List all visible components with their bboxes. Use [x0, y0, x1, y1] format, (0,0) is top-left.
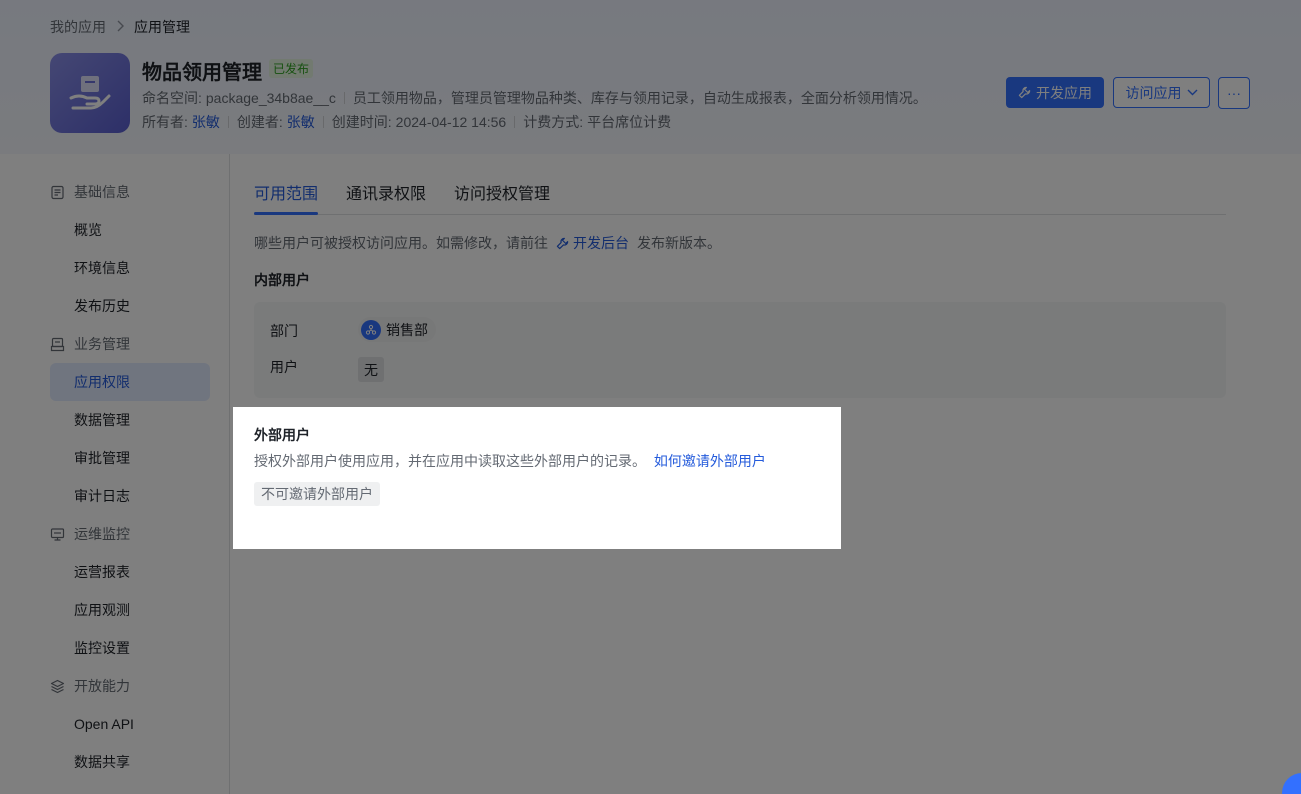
- meta-line-namespace: 命名空间: package_34b8ae__c 员工领用物品，管理员管理物品种类…: [142, 88, 927, 108]
- layers-icon: [50, 679, 74, 694]
- sidebar-item-environment[interactable]: 环境信息: [50, 249, 210, 287]
- sidebar-item-overview[interactable]: 概览: [50, 211, 210, 249]
- sidebar-item-approval[interactable]: 审批管理: [50, 439, 210, 477]
- app-icon: [50, 53, 130, 133]
- visit-app-button[interactable]: 访问应用: [1113, 77, 1210, 108]
- dept-value: 销售部: [386, 321, 428, 338]
- dept-chip: 销售部: [358, 317, 436, 342]
- sidebar-item-observability[interactable]: 应用观测: [50, 591, 210, 629]
- sidebar-item-release-history[interactable]: 发布历史: [50, 287, 210, 325]
- monitor-icon: [50, 527, 74, 542]
- creator-label: 创建者:: [236, 114, 283, 130]
- creator-link[interactable]: 张敏: [287, 112, 315, 132]
- namespace-value: package_34b8ae__c: [205, 90, 336, 106]
- sidebar-group-label: 业务管理: [74, 336, 130, 352]
- wrench-icon: [556, 237, 569, 250]
- user-label: 用户: [270, 359, 298, 375]
- external-users-description: 授权外部用户使用应用，并在应用中读取这些外部用户的记录。 如何邀请外部用户: [254, 451, 766, 471]
- sidebar-group-business: 业务管理: [50, 334, 130, 354]
- sidebar-item-data-sharing[interactable]: 数据共享: [50, 743, 210, 781]
- sidebar-item-ops-report[interactable]: 运营报表: [50, 553, 210, 591]
- billing-label: 计费方式:: [523, 114, 584, 130]
- owner-link[interactable]: 张敏: [192, 112, 220, 132]
- app-name: 物品领用管理: [142, 62, 262, 84]
- external-invite-status: 不可邀请外部用户: [254, 482, 380, 506]
- tab-access-authorization[interactable]: 访问授权管理: [454, 180, 550, 204]
- breadcrumb-my-apps[interactable]: 我的应用: [50, 17, 106, 37]
- develop-app-label: 开发应用: [1036, 84, 1092, 101]
- sidebar-item-data-management[interactable]: 数据管理: [50, 401, 210, 439]
- sidebar-item-monitor-settings[interactable]: 监控设置: [50, 629, 210, 667]
- created-label: 创建时间:: [331, 114, 392, 130]
- sidebar-group-label: 开放能力: [74, 678, 130, 694]
- sidebar-group-open: 开放能力: [50, 676, 130, 696]
- dev-console-link-label: 开发后台: [573, 235, 629, 251]
- breadcrumb-current: 应用管理: [134, 19, 190, 35]
- divider: [227, 116, 229, 128]
- user-value-chip: 无: [358, 357, 384, 382]
- tab-contacts-permission[interactable]: 通讯录权限: [346, 180, 426, 204]
- internal-users-title: 内部用户: [254, 272, 310, 288]
- help-button[interactable]: [1282, 773, 1301, 794]
- created-value: 2024-04-12 14:56: [395, 114, 507, 130]
- external-users-card: 外部用户 授权外部用户使用应用，并在应用中读取这些外部用户的记录。 如何邀请外部…: [233, 407, 841, 549]
- dev-console-link[interactable]: 开发后台: [556, 233, 629, 253]
- owner-label: 所有者:: [142, 114, 188, 130]
- sidebar-group-basic-info: 基础信息: [50, 182, 130, 202]
- breadcrumb: 我的应用 应用管理: [50, 17, 190, 37]
- chevron-down-icon: [1187, 89, 1198, 96]
- develop-app-button[interactable]: 开发应用: [1006, 77, 1104, 108]
- sidebar-group-ops: 运维监控: [50, 524, 130, 544]
- visit-app-label: 访问应用: [1125, 84, 1182, 101]
- divider: [343, 92, 345, 104]
- sidebar-group-label: 基础信息: [74, 184, 130, 200]
- scope-description-tail: 发布新版本。: [637, 235, 721, 251]
- sidebar-item-audit-log[interactable]: 审计日志: [50, 477, 210, 515]
- invite-external-users-link[interactable]: 如何邀请外部用户: [654, 453, 766, 469]
- namespace-label: 命名空间:: [142, 90, 202, 106]
- billing-value: 平台席位计费: [587, 114, 672, 130]
- status-badge: 已发布: [269, 59, 314, 78]
- document-icon: [50, 185, 74, 200]
- archive-icon: [50, 337, 74, 352]
- external-description-text: 授权外部用户使用应用，并在应用中读取这些外部用户的记录。: [254, 453, 646, 469]
- tab-bar: 可用范围 通讯录权限 访问授权管理: [254, 170, 1226, 215]
- sidebar-item-app-permissions[interactable]: 应用权限: [50, 363, 210, 401]
- sidebar-item-open-api[interactable]: Open API: [50, 705, 210, 743]
- divider: [322, 116, 324, 128]
- divider: [514, 116, 516, 128]
- more-actions-button[interactable]: ···: [1218, 77, 1250, 109]
- wrench-icon: [1018, 86, 1031, 99]
- app-description: 员工领用物品，管理员管理物品种类、库存与领用记录，自动生成报表，全面分析领用情况…: [352, 90, 927, 106]
- tab-available-scope[interactable]: 可用范围: [254, 180, 318, 204]
- chevron-right-icon: [116, 20, 124, 35]
- dept-label: 部门: [270, 323, 298, 339]
- meta-line-owner: 所有者: 张敏 创建者: 张敏 创建时间: 2024-04-12 14:56 计…: [142, 112, 671, 132]
- external-users-title: 外部用户: [254, 427, 310, 443]
- sidebar-group-label: 运维监控: [74, 526, 130, 542]
- internal-scope-box: 部门 销售部 用户 无: [254, 302, 1226, 398]
- app-header: 我的应用 应用管理 物品领用管理 已发布 命名空间: package_34b8a…: [0, 0, 1301, 154]
- scope-description-text: 哪些用户可被授权访问应用。如需修改，请前往: [254, 235, 548, 251]
- department-icon: [361, 319, 381, 340]
- scope-description: 哪些用户可被授权访问应用。如需修改，请前往 开发后台 发布新版本。: [254, 233, 721, 253]
- active-tab-indicator: [254, 212, 318, 215]
